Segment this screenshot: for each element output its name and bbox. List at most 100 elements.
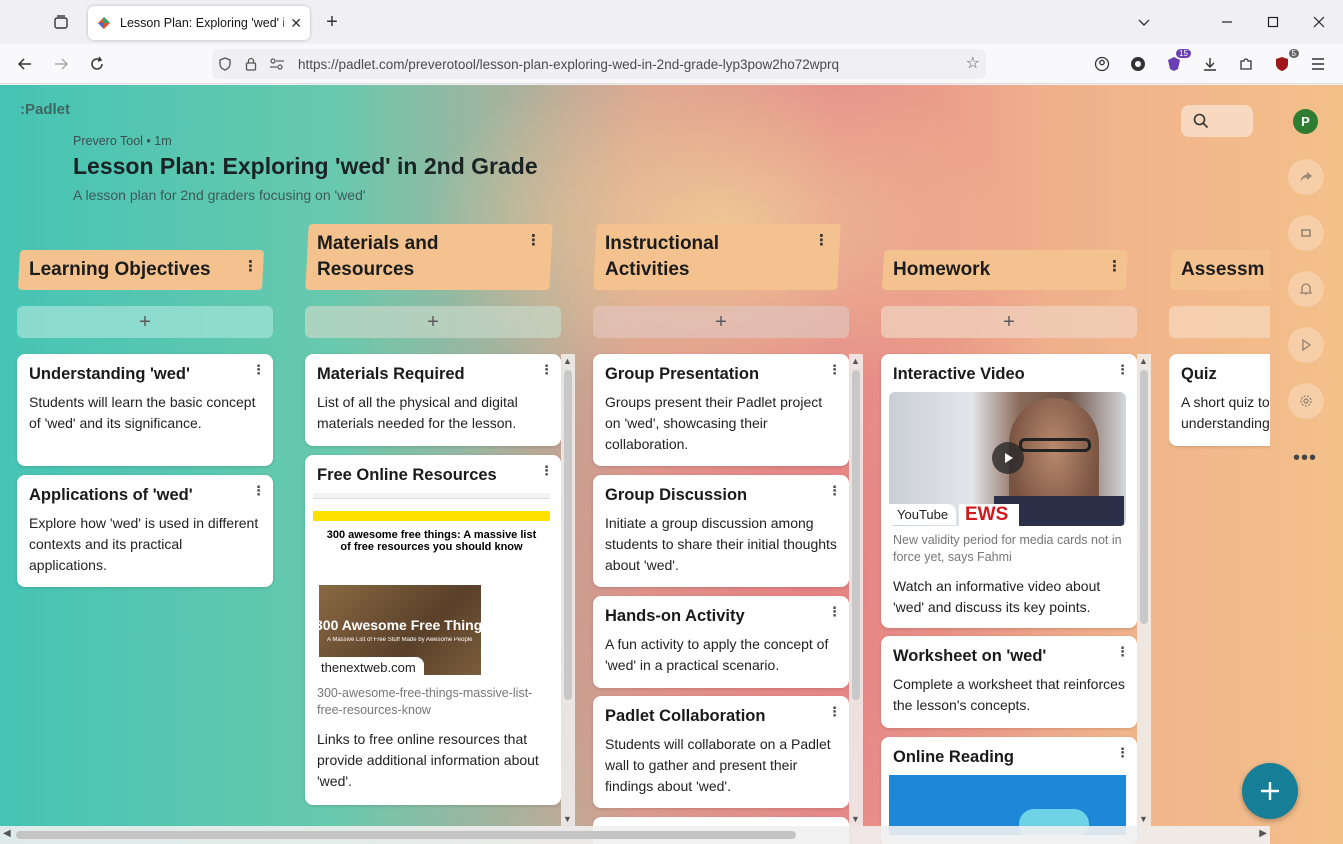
post-card[interactable]: ⋮ Understanding 'wed' Students will lear… <box>17 354 273 466</box>
post-card[interactable]: ⋮ Group Discussion Initiate a group disc… <box>593 475 849 587</box>
search-button[interactable] <box>1181 105 1253 137</box>
add-post-fab-button[interactable] <box>1242 763 1298 819</box>
post-menu-icon[interactable]: ⋮ <box>1116 745 1129 761</box>
column-menu-icon[interactable]: ⋮ <box>526 231 541 249</box>
post-title: Quiz <box>1181 365 1217 383</box>
post-body: Initiate a group discussion among studen… <box>605 515 837 573</box>
browser-tab-bar: Lesson Plan: Exploring 'wed' in ✕ + <box>0 0 1343 44</box>
horizontal-scrollbar[interactable]: ◀ ▶ <box>0 826 1270 844</box>
post-menu-icon[interactable]: ⋮ <box>1116 362 1129 378</box>
column-title: Materials and Resources <box>317 233 439 280</box>
column-menu-icon[interactable]: ⋮ <box>243 257 258 275</box>
settings-button[interactable] <box>1288 383 1324 419</box>
post-title: Online Reading <box>893 748 1015 766</box>
post-card[interactable]: ⋮ Worksheet on 'wed' Complete a workshee… <box>881 636 1137 728</box>
add-post-button[interactable]: + <box>305 306 561 338</box>
browser-nav-bar: https://padlet.com/preverotool/lesson-pl… <box>0 44 1343 84</box>
post-title: Interactive Video <box>893 365 1025 383</box>
post-menu-icon[interactable]: ⋮ <box>252 483 265 499</box>
permissions-icon[interactable] <box>264 51 290 77</box>
reload-icon[interactable] <box>84 52 110 76</box>
extensions-puzzle-icon[interactable] <box>1234 52 1258 76</box>
plus-icon <box>1261 782 1279 800</box>
column-scrollbar[interactable]: ▲ ▼ <box>1137 354 1151 826</box>
menu-hamburger-icon[interactable] <box>1306 52 1330 76</box>
post-body: Complete a worksheet that reinforces the… <box>893 676 1125 713</box>
add-post-button[interactable]: + <box>593 306 849 338</box>
post-card[interactable]: ⋮ Interactive Video EWS YouTube New vali… <box>881 354 1137 628</box>
extension-shield-icon[interactable]: 15 <box>1162 49 1191 76</box>
column-scrollbar[interactable]: ▲ ▼ <box>561 354 575 826</box>
add-post-button[interactable]: + <box>881 306 1137 338</box>
maximize-icon[interactable] <box>1259 8 1287 36</box>
post-menu-icon[interactable]: ⋮ <box>1116 644 1129 660</box>
post-body: List of all the physical and digital mat… <box>317 394 518 431</box>
lock-icon[interactable] <box>238 51 264 77</box>
tab-overview-icon[interactable] <box>48 10 74 34</box>
close-window-icon[interactable] <box>1305 8 1333 36</box>
add-post-button[interactable]: + <box>17 306 273 338</box>
post-body: Explore how 'wed' is used in different c… <box>29 515 259 573</box>
new-tab-icon[interactable]: + <box>320 10 344 34</box>
post-menu-icon[interactable]: ⋮ <box>540 362 553 378</box>
column-title: Learning Objectives <box>29 259 211 280</box>
notifications-button[interactable] <box>1288 271 1324 307</box>
column-scrollbar[interactable]: ▲ ▼ <box>849 354 863 826</box>
bookmark-star-icon[interactable]: ☆ <box>966 53 980 73</box>
post-menu-icon[interactable]: ⋮ <box>540 463 553 479</box>
post-card[interactable]: Quiz A short quiz to test the student's … <box>1169 354 1270 446</box>
post-menu-icon[interactable]: ⋮ <box>828 362 841 378</box>
ublock-icon[interactable]: 5 <box>1270 49 1299 76</box>
column-scrollbar-thumb[interactable] <box>1140 370 1148 624</box>
extension-privacy-icon[interactable] <box>1126 52 1150 76</box>
tab-title: Lesson Plan: Exploring 'wed' in <box>120 16 285 30</box>
post-menu-icon[interactable]: ⋮ <box>252 362 265 378</box>
post-title: Hands-on Activity <box>605 607 745 625</box>
column-scrollbar-thumb[interactable] <box>564 370 572 700</box>
post-body: Students will learn the basic concept of… <box>29 394 256 431</box>
tracking-shield-icon[interactable] <box>212 51 238 77</box>
post-card[interactable]: ⋮ Materials Required List of all the phy… <box>305 354 561 446</box>
active-tab[interactable]: Lesson Plan: Exploring 'wed' in ✕ <box>88 6 310 40</box>
slideshow-button[interactable] <box>1288 327 1324 363</box>
downloads-icon[interactable] <box>1198 52 1222 76</box>
gear-icon <box>1300 395 1312 407</box>
share-icon <box>1300 172 1312 182</box>
post-menu-icon[interactable]: ⋮ <box>828 704 841 720</box>
account-icon[interactable] <box>1090 52 1114 76</box>
post-title: Applications of 'wed' <box>29 486 193 504</box>
list-all-tabs-icon[interactable] <box>1130 8 1158 36</box>
padlet-logo[interactable]: :Padlet <box>20 101 70 118</box>
address-bar[interactable]: https://padlet.com/preverotool/lesson-pl… <box>212 49 986 79</box>
horizontal-scrollbar-thumb[interactable] <box>16 831 796 839</box>
more-options-icon[interactable]: ••• <box>1293 447 1317 470</box>
column-title: Instructional Activities <box>605 233 720 280</box>
preview-overlay-subtitle: A Massive List of Free Stuff Made by Awe… <box>327 637 473 643</box>
column-scrollbar-thumb[interactable] <box>852 370 860 700</box>
video-play-icon[interactable] <box>992 442 1024 474</box>
column-menu-icon[interactable]: ⋮ <box>814 231 829 249</box>
post-menu-icon[interactable]: ⋮ <box>828 604 841 620</box>
add-post-button[interactable] <box>1169 306 1270 338</box>
remake-button[interactable] <box>1288 215 1324 251</box>
link-preview-image[interactable]: 300 awesome free things: A massive list … <box>313 493 550 679</box>
search-icon <box>1193 113 1209 129</box>
post-card[interactable]: ⋮ Hands-on Activity A fun activity to ap… <box>593 596 849 688</box>
post-card[interactable]: ⋮ Group Presentation Groups present thei… <box>593 354 849 466</box>
post-card[interactable]: ⋮ Padlet Collaboration Students will col… <box>593 696 849 808</box>
post-title: Group Discussion <box>605 486 748 504</box>
minimize-icon[interactable] <box>1213 8 1241 36</box>
share-button[interactable] <box>1288 159 1324 195</box>
post-card[interactable]: ⋮ Applications of 'wed' Explore how 'wed… <box>17 475 273 587</box>
video-thumbnail[interactable]: EWS YouTube <box>889 392 1126 526</box>
forward-icon[interactable] <box>48 52 74 76</box>
column-menu-icon[interactable]: ⋮ <box>1107 257 1122 275</box>
post-card[interactable]: ⋮ Free Online Resources 300 awesome free… <box>305 455 561 805</box>
avatar[interactable]: P <box>1293 109 1318 134</box>
post-body: Watch an informative video about 'wed' a… <box>893 578 1101 615</box>
tab-close-icon[interactable]: ✕ <box>290 15 302 32</box>
padlet-board: :Padlet Prevero Tool • 1m Lesson Plan: E… <box>0 85 1343 844</box>
back-icon[interactable] <box>12 52 38 76</box>
post-menu-icon[interactable]: ⋮ <box>828 483 841 499</box>
column-title: Assessm <box>1181 259 1265 280</box>
